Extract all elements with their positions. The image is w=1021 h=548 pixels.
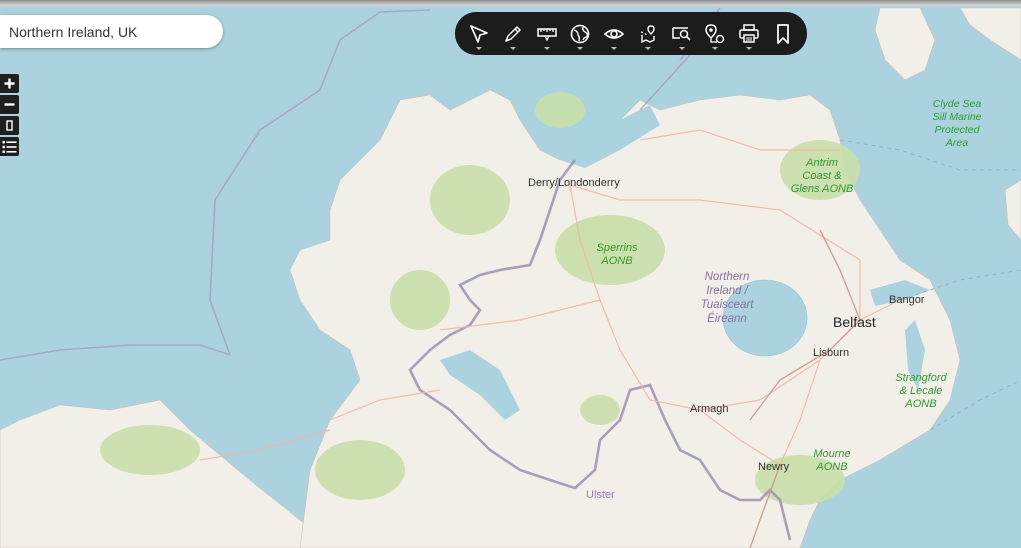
- eye-icon: [603, 28, 625, 39]
- label-clyde-2: Sill Marine: [932, 111, 981, 123]
- rectangle-icon: [6, 120, 13, 131]
- label-derry: Derry/Londonderry: [528, 177, 620, 189]
- ruler-icon: [536, 27, 557, 41]
- place-marker-tool[interactable]: [702, 17, 728, 51]
- draw-tool[interactable]: [500, 17, 526, 51]
- label-clyde-4: Area: [945, 137, 968, 149]
- search-input[interactable]: [0, 15, 209, 48]
- label-mourne-1: Mourne: [813, 448, 850, 460]
- label-sperrins-2: AONB: [600, 255, 632, 267]
- bookmark-icon: [777, 23, 789, 44]
- label-clyde-3: Protected: [935, 124, 981, 136]
- route-icon: [640, 24, 655, 43]
- label-newry: Newry: [758, 461, 790, 473]
- label-belfast: Belfast: [833, 314, 876, 330]
- list-icon: [2, 140, 17, 153]
- fullscreen-button[interactable]: [0, 116, 19, 135]
- minus-icon: [4, 103, 15, 106]
- zoom-out-button[interactable]: [0, 95, 19, 114]
- label-antrim-1: Antrim: [805, 157, 838, 169]
- top-shadow: [0, 0, 1021, 8]
- label-strangford-1: Strangford: [895, 372, 947, 384]
- globe-icon: [570, 24, 590, 43]
- select-tool[interactable]: [466, 17, 492, 51]
- label-ni-4: Éireann: [707, 312, 747, 325]
- layers-list-button[interactable]: [0, 137, 19, 156]
- label-ni-2: Ireland /: [706, 285, 749, 297]
- map-canvas[interactable]: Derry/Londonderry Sperrins AONB Antrim C…: [0, 0, 1021, 548]
- label-bangor: Bangor: [889, 294, 925, 306]
- cursor-icon: [470, 24, 488, 43]
- map-controls: [0, 74, 19, 158]
- route-tool[interactable]: [635, 17, 661, 51]
- label-lisburn: Lisburn: [813, 347, 849, 359]
- zoom-in-button[interactable]: [0, 74, 19, 93]
- pencil-icon: [505, 25, 521, 42]
- plus-icon: [4, 78, 15, 89]
- map-toolbar: [455, 12, 807, 55]
- label-clyde-1: Clyde Sea: [933, 98, 982, 110]
- label-antrim-2: Coast &: [802, 170, 841, 182]
- pin-icon: [705, 23, 725, 43]
- label-sperrins-1: Sperrins: [597, 242, 638, 254]
- label-strangford-3: AONB: [904, 398, 936, 410]
- label-mourne-2: AONB: [815, 461, 847, 473]
- label-ulster: Ulster: [586, 489, 615, 501]
- printer-icon: [739, 23, 759, 43]
- measure-tool[interactable]: [534, 17, 560, 51]
- zoom-search-icon: [671, 26, 691, 41]
- bookmark-tool[interactable]: [770, 17, 796, 51]
- search-box[interactable]: [0, 15, 223, 48]
- search-area-tool[interactable]: [669, 17, 695, 51]
- label-armagh: Armagh: [690, 403, 729, 415]
- basemap-tool[interactable]: [567, 17, 593, 51]
- label-ni-3: Tuaisceart: [701, 299, 755, 311]
- view-tool[interactable]: [601, 17, 627, 51]
- label-antrim-3: Glens AONB: [791, 183, 854, 195]
- label-strangford-2: & Lecale: [900, 385, 943, 397]
- print-tool[interactable]: [736, 17, 762, 51]
- label-ni-1: Northern: [705, 271, 750, 283]
